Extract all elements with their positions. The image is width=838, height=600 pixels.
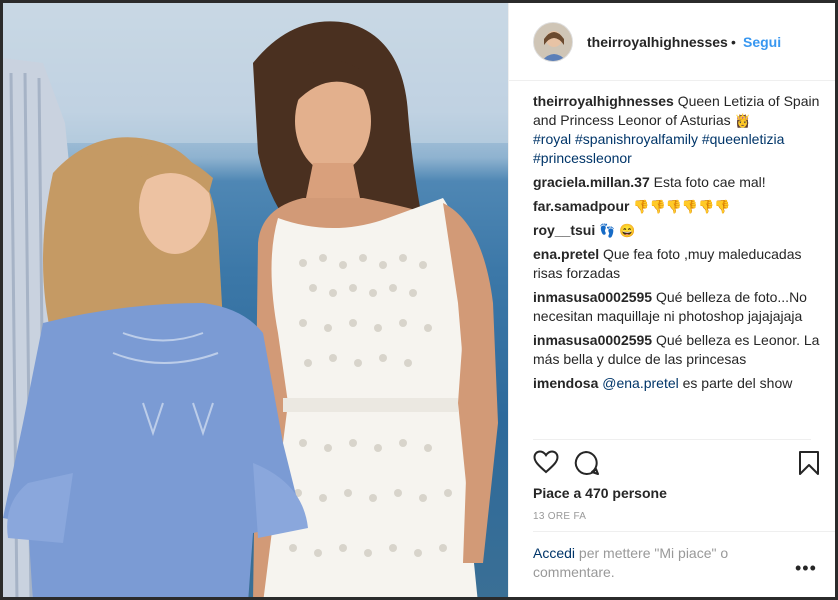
comment-username[interactable]: inmasusa0002595 xyxy=(533,289,652,305)
comment-username[interactable]: far.samadpour xyxy=(533,198,629,214)
comment-username[interactable]: graciela.millan.37 xyxy=(533,174,650,190)
likes-count[interactable]: Piace a 470 persone xyxy=(533,485,667,501)
comment-icon[interactable] xyxy=(573,450,601,478)
post-side-panel: theirroyalhighnesses • Segui theirroyalh… xyxy=(508,3,835,597)
post-photo-illustration xyxy=(3,3,508,597)
actions-divider xyxy=(533,439,811,440)
caption-emoji: 👸 xyxy=(734,113,751,128)
post-timestamp: 13 ORE FA xyxy=(533,511,587,522)
caption-username[interactable]: theirroyalhighnesses xyxy=(533,93,674,109)
login-link[interactable]: Accedi xyxy=(533,545,575,561)
follow-button[interactable]: Segui xyxy=(743,34,781,50)
comment-divider xyxy=(533,531,835,532)
comment-text: 👎👎👎👎👎👎 xyxy=(633,199,731,214)
comment-mention[interactable]: @ena.pretel xyxy=(602,375,678,391)
comment-text: 👣 😄 xyxy=(599,223,636,238)
comments-list: theirroyalhighnesses Queen Letizia of Sp… xyxy=(533,92,823,398)
comment-username[interactable]: imendosa xyxy=(533,375,598,391)
action-bar xyxy=(533,450,823,480)
avatar-image xyxy=(534,23,572,61)
comment-item: far.samadpour 👎👎👎👎👎👎 xyxy=(533,197,823,216)
login-prompt: Accedi per mettere "Mi piace" o commenta… xyxy=(533,544,763,582)
comment-username[interactable]: roy__tsui xyxy=(533,222,595,238)
comment-text: es parte del show xyxy=(682,375,793,391)
header-username[interactable]: theirroyalhighnesses xyxy=(587,34,728,50)
caption: theirroyalhighnesses Queen Letizia of Sp… xyxy=(533,92,823,168)
avatar[interactable] xyxy=(533,22,573,62)
comment-item: ena.pretel Que fea foto ,muy maleducadas… xyxy=(533,245,823,283)
comment-username[interactable]: ena.pretel xyxy=(533,246,599,262)
more-options-icon[interactable]: ••• xyxy=(795,558,817,579)
comment-item: inmasusa0002595 Qué belleza de foto...No… xyxy=(533,288,823,326)
post-photo[interactable] xyxy=(3,3,508,597)
comment-text: Esta foto cae mal! xyxy=(653,174,766,190)
comment-item: graciela.millan.37 Esta foto cae mal! xyxy=(533,173,823,192)
heart-icon[interactable] xyxy=(533,450,561,478)
comment-item: inmasusa0002595 Qué belleza es Leonor. L… xyxy=(533,331,823,369)
post-window: theirroyalhighnesses • Segui theirroyalh… xyxy=(3,3,835,597)
comment-item: roy__tsui 👣 😄 xyxy=(533,221,823,240)
caption-hashtags[interactable]: #royal #spanishroyalfamily #queenletizia… xyxy=(533,131,784,166)
comment-username[interactable]: inmasusa0002595 xyxy=(533,332,652,348)
header-separator: • xyxy=(731,34,736,50)
post-header: theirroyalhighnesses • Segui xyxy=(509,3,835,81)
bookmark-icon[interactable] xyxy=(798,450,826,478)
comment-item: imendosa @ena.pretel es parte del show xyxy=(533,374,823,393)
